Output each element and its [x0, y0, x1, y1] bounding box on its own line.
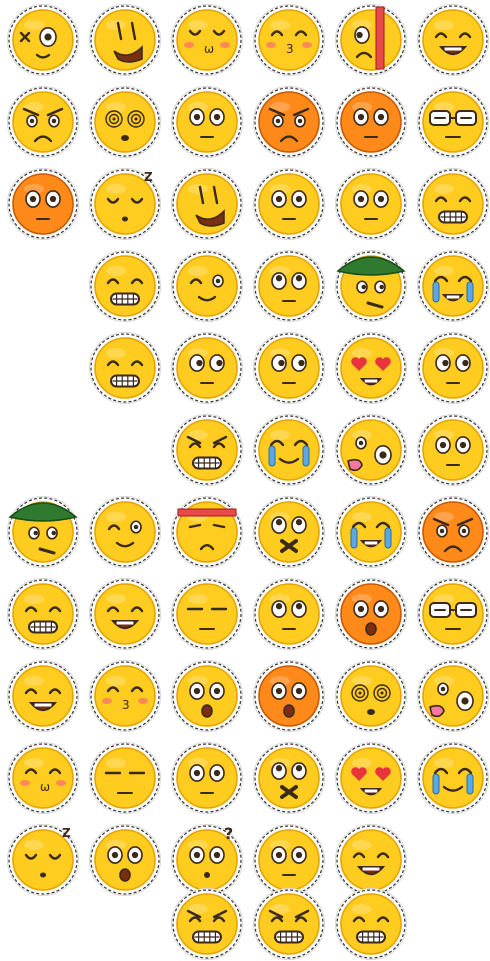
svg-text:3: 3 [122, 698, 130, 712]
nervous-grin-emoji-icon[interactable] [334, 887, 408, 961]
doubtful-emoji-icon[interactable] [416, 413, 490, 487]
laughing-tears-emoji-icon[interactable] [334, 495, 408, 569]
heart-eyes-drool-emoji-icon[interactable] [334, 741, 408, 815]
calm-smile-emoji-icon[interactable] [252, 167, 326, 241]
angry-teeth-emoji-icon[interactable] [170, 413, 244, 487]
pointing-emoji-icon[interactable] [252, 331, 326, 405]
side-grin-emoji-icon[interactable] [170, 167, 244, 241]
dazed-blush-emoji-icon[interactable] [170, 741, 244, 815]
svg-text:?: ? [224, 824, 233, 843]
evil-grin-emoji-icon[interactable] [252, 887, 326, 961]
happy-smile-emoji-icon[interactable] [6, 659, 80, 733]
big-grin-emoji-icon[interactable] [6, 577, 80, 651]
wink-emoji-icon[interactable] [88, 495, 162, 569]
wink-smile-emoji-icon[interactable] [170, 249, 244, 323]
squint-laugh-emoji-icon[interactable] [88, 577, 162, 651]
crying-laugh-emoji-icon[interactable] [416, 249, 490, 323]
startled-emoji-icon[interactable] [170, 659, 244, 733]
crying-tears-emoji-icon[interactable] [252, 413, 326, 487]
green-hat-smoke-emoji-icon[interactable] [6, 495, 80, 569]
glasses-squint-emoji-icon[interactable] [416, 85, 490, 159]
shy-blush-emoji-icon[interactable]: ω [170, 3, 244, 77]
sly-squint-emoji-icon[interactable] [88, 3, 162, 77]
spiral-eyes-emoji-icon[interactable] [334, 659, 408, 733]
glasses-nerd-emoji-icon[interactable] [416, 577, 490, 651]
svg-text:Z: Z [144, 170, 153, 184]
teeth-grin-emoji-icon[interactable] [416, 167, 490, 241]
headband-sad-emoji-icon[interactable] [170, 495, 244, 569]
crying-side-emoji-icon[interactable] [416, 741, 490, 815]
red-bar-frown-emoji-icon[interactable] [334, 3, 408, 77]
orange-angry-emoji-icon[interactable] [252, 85, 326, 159]
rolling-eyes-emoji-icon[interactable] [252, 577, 326, 651]
x-eye-surprised-emoji-icon[interactable] [6, 3, 80, 77]
emoji-sticker-sheet: ω 3 Z 3 ω Z? [0, 0, 490, 960]
cute-kiss-emoji-icon[interactable]: 3 [252, 3, 326, 77]
teeth-clench-emoji-icon[interactable] [88, 249, 162, 323]
svg-text:3: 3 [286, 42, 294, 56]
svg-text:Z: Z [62, 826, 71, 840]
tongue-side-emoji-icon[interactable] [416, 659, 490, 733]
angry-frown-emoji-icon[interactable] [6, 85, 80, 159]
orange-shocked-emoji-icon[interactable] [334, 577, 408, 651]
sweat-drops-emoji-icon[interactable] [170, 85, 244, 159]
question-confused-emoji-icon[interactable]: ? [170, 823, 244, 897]
big-eyes-side-emoji-icon[interactable] [416, 331, 490, 405]
looking-up-emoji-icon[interactable] [252, 249, 326, 323]
orange-shout-emoji-icon[interactable] [6, 167, 80, 241]
gasp-emoji-icon[interactable] [88, 823, 162, 897]
tongue-out-emoji-icon[interactable] [334, 413, 408, 487]
heart-eyes-side-emoji-icon[interactable] [334, 331, 408, 405]
kiss-closed-emoji-icon[interactable]: 3 [88, 659, 162, 733]
unimpressed-emoji-icon[interactable] [88, 741, 162, 815]
angry-grin-emoji-icon[interactable] [170, 887, 244, 961]
wide-eyes-emoji-icon[interactable] [334, 167, 408, 241]
orange-surprised-emoji-icon[interactable] [334, 85, 408, 159]
spiral-dizzy-emoji-icon[interactable] [88, 85, 162, 159]
green-hat-side-emoji-icon[interactable] [334, 249, 408, 323]
content-smile-emoji-icon[interactable] [334, 823, 408, 897]
sleeping-zz-emoji-icon[interactable]: Z [6, 823, 80, 897]
shh-emoji-icon[interactable] [252, 741, 326, 815]
grit-teeth-emoji-icon[interactable] [88, 331, 162, 405]
svg-text:ω: ω [40, 780, 50, 794]
side-laugh-emoji-icon[interactable] [416, 3, 490, 77]
orange-scared-emoji-icon[interactable] [252, 659, 326, 733]
yum-emoji-icon[interactable]: ω [6, 741, 80, 815]
worried-side-emoji-icon[interactable] [170, 331, 244, 405]
bored-emoji-icon[interactable] [170, 577, 244, 651]
svg-text:ω: ω [204, 42, 214, 56]
orange-mad-emoji-icon[interactable] [416, 495, 490, 569]
sleepy-zzz-emoji-icon[interactable]: Z [88, 167, 162, 241]
plain-stare-emoji-icon[interactable] [252, 823, 326, 897]
mouth-taped-emoji-icon[interactable] [252, 495, 326, 569]
